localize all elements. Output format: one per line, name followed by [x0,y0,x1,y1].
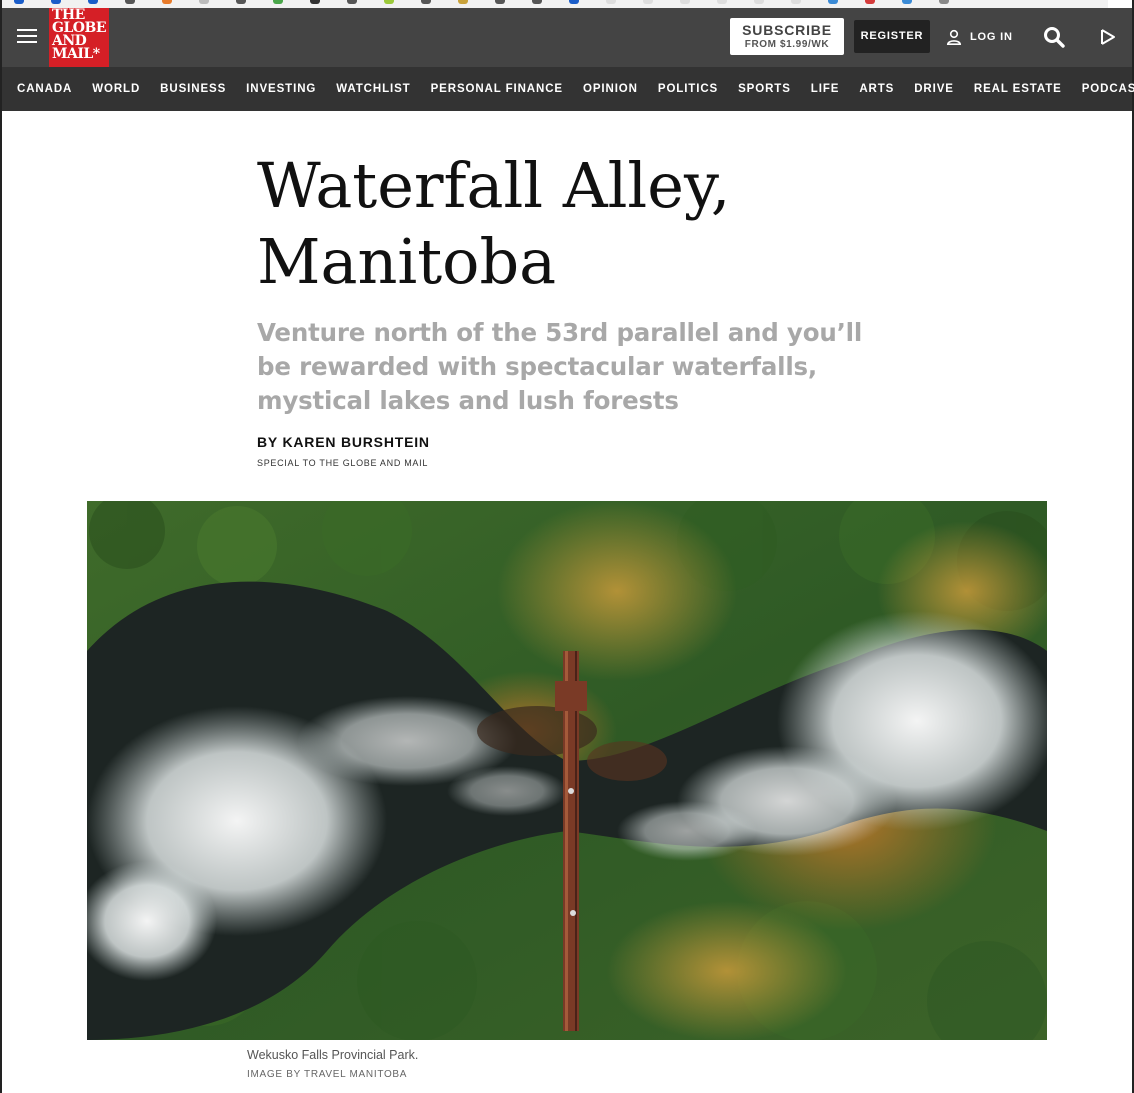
image-credit: IMAGE BY TRAVEL MANITOBA [247,1069,408,1080]
bookmark-favicon [495,0,505,4]
bookmark-favicon [569,0,579,4]
nav-item-personal-finance[interactable]: PERSONAL FINANCE [431,83,563,95]
bookmark-icon[interactable] [594,0,631,8]
bookmark-icon[interactable] [705,0,742,8]
nav-item-sports[interactable]: SPORTS [738,83,791,95]
nav-item-life[interactable]: LIFE [811,83,840,95]
bookmark-icon[interactable] [668,0,705,8]
bookmark-favicon [717,0,727,4]
bookmark-favicon [421,0,431,4]
hero-image[interactable] [87,501,1047,1040]
bookmark-icon[interactable] [483,0,520,8]
bookmark-favicon [865,0,875,4]
byline[interactable]: BY KAREN BURSHTEIN [257,434,430,450]
bookmark-favicon [162,0,172,4]
nav-item-watchlist[interactable]: WATCHLIST [336,83,410,95]
hamburger-menu-icon[interactable] [17,28,37,44]
bookmark-icon[interactable] [742,0,779,8]
bookmark-favicon [791,0,801,4]
nav-item-investing[interactable]: INVESTING [246,83,316,95]
bookmark-icon[interactable] [890,0,927,8]
bookmark-icon[interactable] [372,0,409,8]
bookmark-icon[interactable] [150,0,187,8]
bookmark-favicon [606,0,616,4]
bookmark-icon[interactable] [446,0,483,8]
nav-item-business[interactable]: BUSINESS [160,83,226,95]
bookmark-icon[interactable] [261,0,298,8]
nav-item-real-estate[interactable]: REAL ESTATE [974,83,1062,95]
bookmark-icon[interactable] [187,0,224,8]
nav-item-arts[interactable]: ARTS [859,83,894,95]
bookmark-icon[interactable] [779,0,816,8]
bookmark-favicon [458,0,468,4]
nav-item-world[interactable]: WORLD [92,83,140,95]
subscribe-price: FROM $1.99/WK [744,39,830,50]
nav-item-politics[interactable]: POLITICS [658,83,718,95]
bookmark-favicon [125,0,135,4]
subscribe-label: SUBSCRIBE [742,22,832,38]
nav-item-canada[interactable]: CANADA [17,83,72,95]
logo-text: MAIL* [52,46,100,62]
bookmark-icon[interactable] [816,0,853,8]
byline-affiliation: SPECIAL TO THE GLOBE AND MAIL [257,458,429,468]
article-dek: Venture north of the 53rd parallel and y… [257,318,863,415]
play-icon[interactable] [1099,28,1117,46]
login-label: LOG IN [970,31,1013,43]
search-icon[interactable] [1043,26,1065,48]
subscribe-button[interactable]: SUBSCRIBE FROM $1.99/WK [730,18,844,55]
bookmark-favicon [754,0,764,4]
bookmark-favicon [51,0,61,4]
bookmark-favicon [643,0,653,4]
nav-item-podcasts[interactable]: PODCASTS [1082,83,1134,95]
image-caption: Wekusko Falls Provincial Park. [247,1048,419,1062]
headline-line: Manitoba [257,225,557,298]
aerial-waterfall-photo [87,501,1047,1040]
bookmark-favicon [236,0,246,4]
section-nav: CANADA WORLD BUSINESS INVESTING WATCHLIS… [2,67,1134,111]
bookmark-icon[interactable] [335,0,372,8]
user-icon [946,29,962,45]
bookmark-favicon [273,0,283,4]
bookmark-icon[interactable] [631,0,668,8]
bookmark-favicon [14,0,24,4]
bookmark-icon[interactable] [224,0,261,8]
bookmark-icon[interactable] [557,0,594,8]
register-button[interactable]: REGISTER [854,20,930,53]
site-header: THE GLOBE AND MAIL* SUBSCRIBE FROM $1.99… [2,8,1132,67]
bookmark-favicon [347,0,357,4]
globe-and-mail-logo[interactable]: THE GLOBE AND MAIL* [49,8,109,67]
bookmark-favicon [310,0,320,4]
bookmark-icon[interactable] [853,0,890,8]
bookmark-favicon [828,0,838,4]
bookmark-icon[interactable] [520,0,557,8]
bookmark-icon[interactable] [927,0,964,8]
bookmark-favicon [680,0,690,4]
bookmark-favicon [939,0,949,4]
bookmark-icon[interactable] [2,0,39,8]
bookmark-icon[interactable] [298,0,335,8]
bookmark-favicon [902,0,912,4]
login-button[interactable]: LOG IN [946,26,1013,48]
bookmark-favicon [532,0,542,4]
bookmark-icon[interactable] [113,0,150,8]
bookmark-favicon [199,0,209,4]
article-headline: Waterfall Alley, Manitoba [257,148,897,300]
nav-item-opinion[interactable]: OPINION [583,83,638,95]
nav-item-drive[interactable]: DRIVE [914,83,954,95]
bookmark-icon[interactable] [409,0,446,8]
bookmark-favicon [88,0,98,4]
bookmark-favicon [384,0,394,4]
headline-line: Waterfall Alley, [257,149,731,222]
